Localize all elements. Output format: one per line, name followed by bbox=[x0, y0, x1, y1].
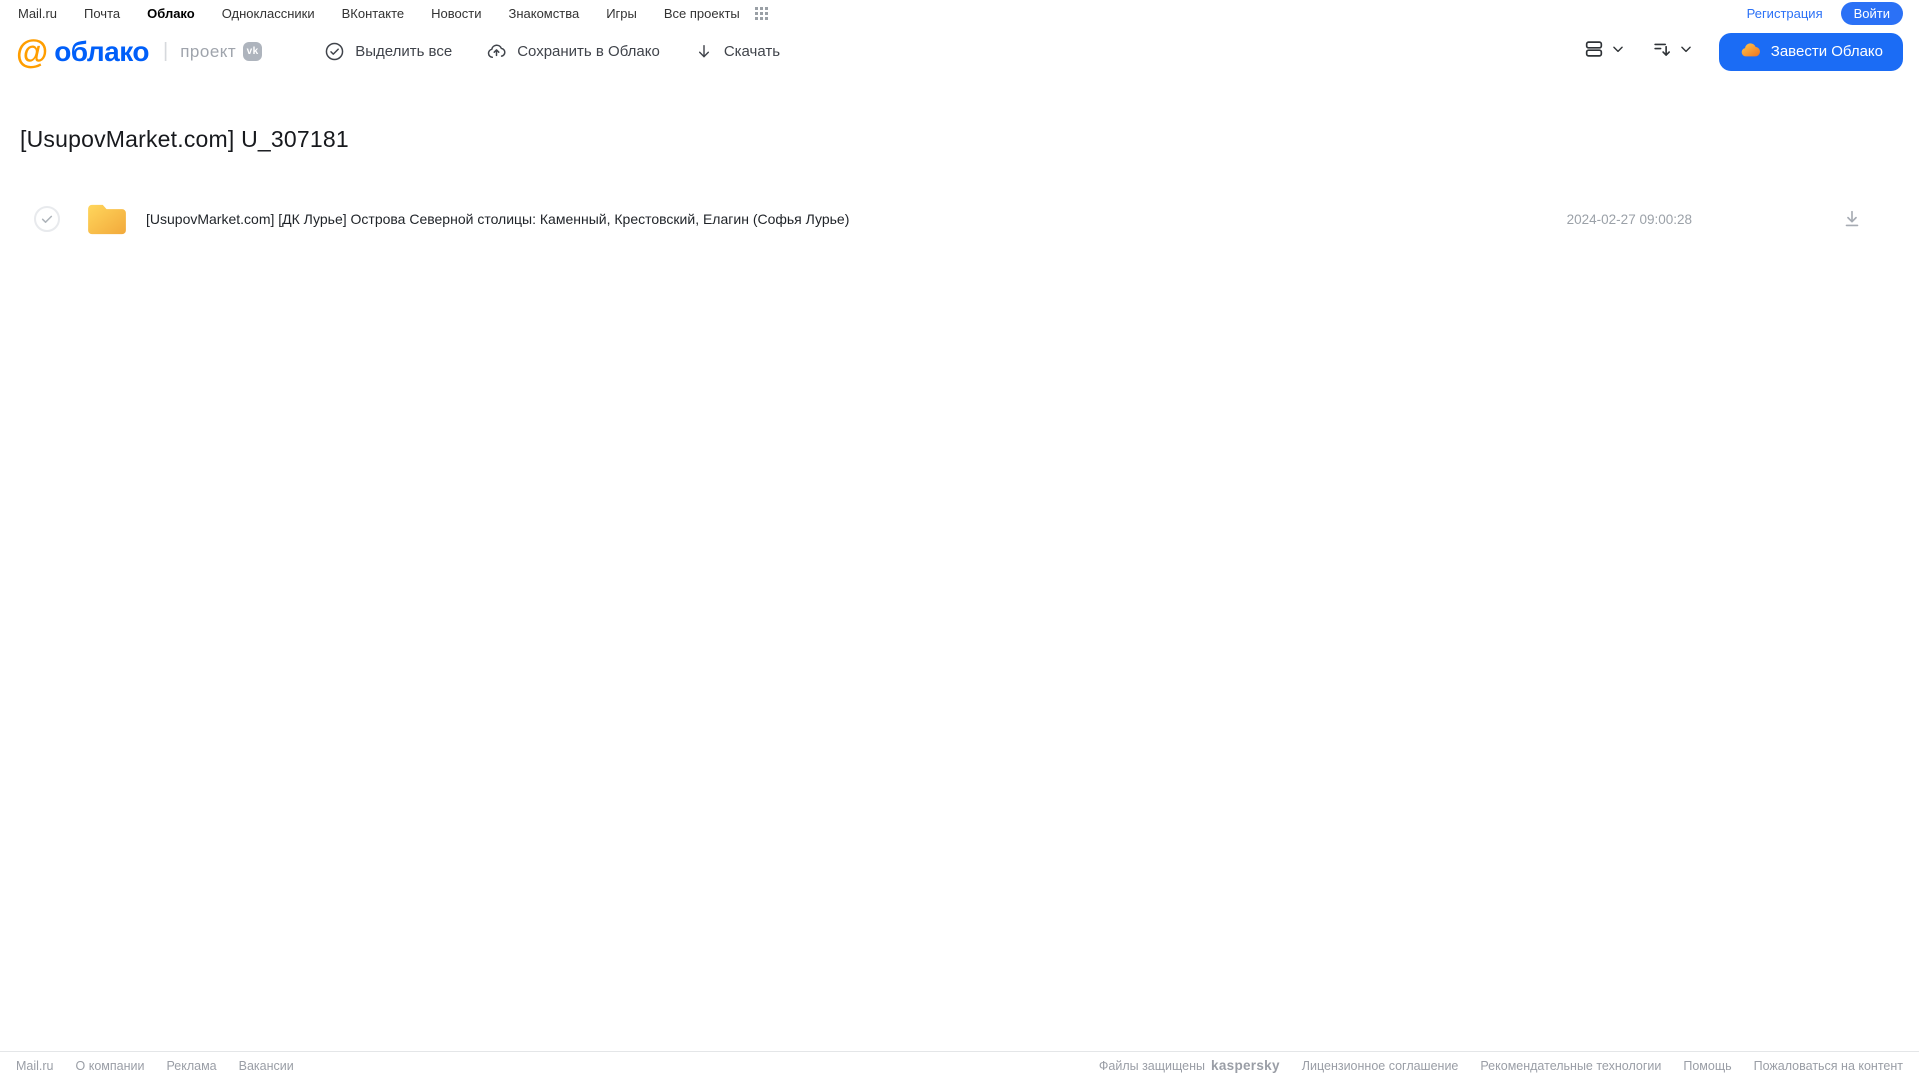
view-controls: Завести Облако bbox=[1583, 32, 1903, 71]
protected-label: Файлы защищены bbox=[1098, 1058, 1206, 1073]
nav-cloud[interactable]: Облако bbox=[147, 6, 195, 21]
footer: Mail.ru О компании Реклама Вакансии Файл… bbox=[0, 1051, 1919, 1079]
footer-right-links: Файлы защищены kaspersky Лицензионное со… bbox=[1099, 1058, 1903, 1073]
view-mode-selector[interactable] bbox=[1583, 38, 1625, 65]
check-icon bbox=[41, 215, 53, 223]
footer-jobs-link[interactable]: Вакансии bbox=[239, 1059, 294, 1073]
list-view-icon bbox=[1583, 38, 1605, 65]
check-circle-icon bbox=[324, 41, 345, 62]
vk-icon: vk bbox=[243, 42, 263, 61]
footer-report-link[interactable]: Пожаловаться на контент bbox=[1754, 1059, 1903, 1073]
orange-cloud-icon bbox=[1739, 39, 1761, 65]
footer-help-link[interactable]: Помощь bbox=[1683, 1059, 1731, 1073]
nav-vkontakte[interactable]: ВКонтакте bbox=[342, 6, 405, 21]
files-protected-note: Файлы защищены kaspersky bbox=[1099, 1058, 1280, 1073]
nav-news[interactable]: Новости bbox=[431, 6, 481, 21]
create-cloud-button[interactable]: Завести Облако bbox=[1718, 32, 1903, 71]
footer-recommendations-link[interactable]: Рекомендательные технологии bbox=[1480, 1059, 1661, 1073]
mailru-at-icon: @ bbox=[16, 33, 48, 70]
footer-left-links: Mail.ru О компании Реклама Вакансии bbox=[16, 1059, 294, 1073]
download-arrow-icon bbox=[694, 42, 714, 62]
create-cloud-label: Завести Облако bbox=[1770, 43, 1883, 60]
nav-odnoklassniki[interactable]: Одноклассники bbox=[222, 6, 315, 21]
footer-license-link[interactable]: Лицензионное соглашение bbox=[1302, 1059, 1459, 1073]
download-label: Скачать bbox=[723, 43, 781, 60]
row-download-button[interactable] bbox=[1841, 208, 1863, 230]
file-date: 2024-02-27 09:00:28 bbox=[1566, 211, 1692, 227]
cloud-upload-icon bbox=[486, 41, 507, 62]
main-content: [UsupovMarket.com] U_307181 [UsupovMarke… bbox=[0, 126, 1919, 241]
login-button[interactable]: Войти bbox=[1840, 2, 1903, 25]
file-row[interactable]: [UsupovMarket.com] [ДК Лурье] Острова Се… bbox=[20, 197, 1899, 241]
file-toolbar: Выделить все Сохранить в Облако Скачать bbox=[324, 41, 780, 62]
logo-text: облако bbox=[54, 35, 149, 67]
select-all-button[interactable]: Выделить все bbox=[324, 41, 452, 62]
chevron-down-icon bbox=[1679, 42, 1693, 61]
nav-mail[interactable]: Почта bbox=[84, 6, 120, 21]
save-to-cloud-button[interactable]: Сохранить в Облако bbox=[486, 41, 660, 62]
project-text: проект bbox=[180, 41, 237, 61]
footer-about-link[interactable]: О компании bbox=[76, 1059, 145, 1073]
row-checkbox[interactable] bbox=[34, 206, 60, 232]
folder-icon bbox=[86, 202, 128, 236]
download-button[interactable]: Скачать bbox=[694, 42, 780, 62]
page-title: [UsupovMarket.com] U_307181 bbox=[20, 126, 349, 152]
select-all-label: Выделить все bbox=[355, 43, 453, 60]
file-name-link[interactable]: [UsupovMarket.com] [ДК Лурье] Острова Се… bbox=[146, 211, 849, 227]
download-to-line-icon bbox=[1845, 210, 1859, 227]
kaspersky-logo[interactable]: kaspersky bbox=[1211, 1058, 1280, 1073]
sort-selector[interactable] bbox=[1651, 38, 1693, 65]
save-to-cloud-label: Сохранить в Облако bbox=[517, 43, 660, 60]
nav-mailru[interactable]: Mail.ru bbox=[18, 6, 57, 21]
registration-link[interactable]: Регистрация bbox=[1747, 6, 1823, 21]
nav-dating[interactable]: Знакомства bbox=[508, 6, 579, 21]
footer-ads-link[interactable]: Реклама bbox=[166, 1059, 216, 1073]
footer-mailru-link[interactable]: Mail.ru bbox=[16, 1059, 54, 1073]
cloud-logo[interactable]: @ облако bbox=[16, 35, 149, 68]
apps-grid-icon[interactable] bbox=[754, 7, 768, 20]
nav-games[interactable]: Игры bbox=[606, 6, 637, 21]
project-vk-label: проект vk bbox=[180, 41, 263, 62]
top-utility-bar: Mail.ru Почта Облако Одноклассники ВКонт… bbox=[0, 0, 1919, 27]
header: @ облако | проект vk Выделить все Сохран… bbox=[0, 27, 1919, 76]
sort-icon bbox=[1651, 38, 1673, 65]
nav-all-projects[interactable]: Все проекты bbox=[664, 6, 740, 21]
logo-divider: | bbox=[163, 40, 169, 62]
portal-nav: Mail.ru Почта Облако Одноклассники ВКонт… bbox=[16, 6, 768, 21]
chevron-down-icon bbox=[1611, 42, 1625, 61]
